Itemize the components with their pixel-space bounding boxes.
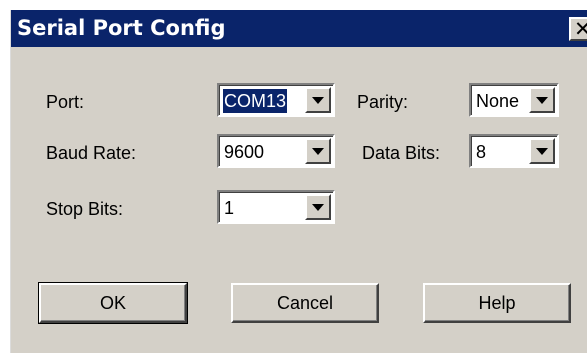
parity-value: None — [476, 91, 520, 111]
parity-label: Parity: — [357, 92, 409, 112]
baud-rate-value: 9600 — [224, 142, 265, 162]
close-button[interactable]: ✕ — [569, 17, 587, 41]
close-icon: ✕ — [574, 19, 587, 39]
port-value: COM13 — [221, 88, 289, 114]
baud-rate-dropdown[interactable]: 9600 — [217, 134, 335, 168]
parity-dropdown-arrow-icon[interactable] — [529, 87, 555, 113]
serial-port-config-dialog: Serial Port Config ✕ Port: COM13 Parity:… — [10, 10, 587, 353]
cancel-button[interactable]: Cancel — [231, 283, 379, 323]
stop-bits-dropdown-arrow-icon[interactable] — [305, 194, 331, 220]
data-bits-label: Data Bits: — [362, 143, 441, 163]
data-bits-dropdown[interactable]: 8 — [469, 134, 559, 168]
port-dropdown[interactable]: COM13 — [217, 83, 335, 117]
port-label: Port: — [46, 92, 85, 112]
help-button[interactable]: Help — [423, 283, 571, 323]
title-bar[interactable]: Serial Port Config ✕ — [11, 10, 587, 47]
window-title: Serial Port Config — [17, 16, 226, 40]
baud-rate-label: Baud Rate: — [46, 143, 137, 163]
stop-bits-dropdown[interactable]: 1 — [217, 190, 335, 224]
ok-button[interactable]: OK — [38, 282, 188, 324]
stop-bits-value: 1 — [224, 198, 235, 218]
parity-dropdown[interactable]: None — [469, 83, 559, 117]
data-bits-value: 8 — [476, 142, 487, 162]
data-bits-dropdown-arrow-icon[interactable] — [529, 138, 555, 164]
port-dropdown-arrow-icon[interactable] — [305, 87, 331, 113]
stop-bits-label: Stop Bits: — [46, 199, 124, 219]
baud-rate-dropdown-arrow-icon[interactable] — [305, 138, 331, 164]
